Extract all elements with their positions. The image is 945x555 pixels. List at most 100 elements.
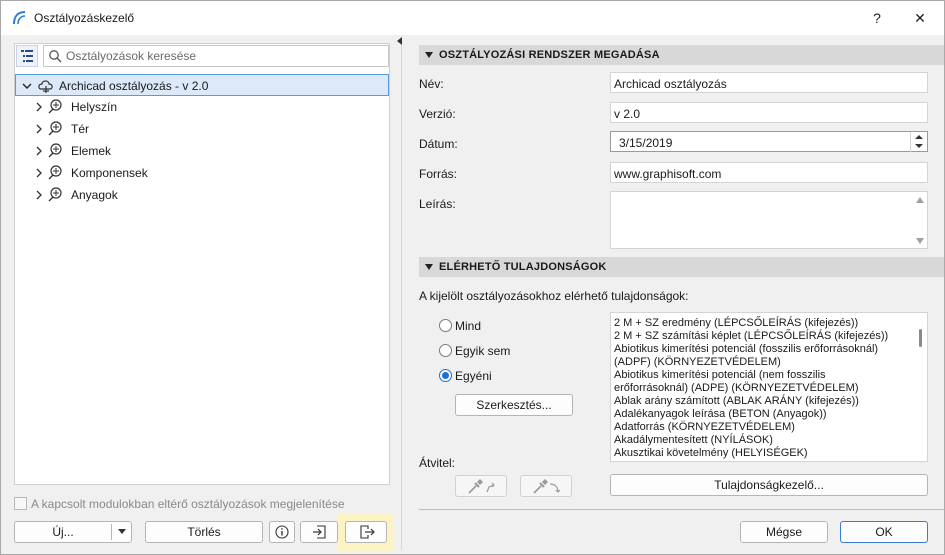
title-bar: Osztályozáskezelő ? ✕ [1, 1, 944, 35]
date-input[interactable]: 3/15/2019 [610, 131, 928, 152]
list-item[interactable]: 2 M + SZ eredmény (LÉPCSŐLEÍRÁS (kifejez… [614, 317, 912, 330]
checkbox-box[interactable] [14, 497, 27, 510]
split-divider [111, 524, 112, 540]
scrollbar-thumb[interactable] [919, 329, 922, 347]
search-field[interactable] [43, 45, 389, 67]
new-button-label: Új... [52, 525, 74, 539]
tree-item-anyagok[interactable]: Anyagok [33, 184, 333, 206]
radio-all[interactable]: Mind [439, 318, 589, 334]
transfer-label: Átvitel: [419, 456, 456, 470]
panel-splitter[interactable] [401, 45, 402, 550]
description-scrollbar[interactable] [913, 192, 927, 248]
search-input[interactable] [66, 48, 384, 64]
property-list-items: 2 M + SZ eredmény (LÉPCSŐLEÍRÁS (kifejez… [614, 317, 912, 460]
name-input[interactable]: Archicad osztályozás [610, 72, 928, 93]
spin-down-icon[interactable] [914, 143, 924, 149]
list-item[interactable]: Abiotikus kimerítési potenciál (fosszili… [614, 343, 912, 356]
chevron-down-icon[interactable] [21, 80, 33, 92]
show-different-classifications-checkbox[interactable]: A kapcsolt modulokban eltérő osztályozás… [14, 496, 384, 512]
tree-view-toggle-button[interactable] [16, 45, 38, 67]
property-list[interactable]: 2 M + SZ eredmény (LÉPCSŐLEÍRÁS (kifejez… [610, 312, 928, 462]
properties-intro-text: A kijelölt osztályozásokhoz elérhető tul… [419, 289, 689, 303]
info-icon [275, 525, 289, 539]
property-list-scrollbar[interactable] [913, 313, 927, 461]
help-button[interactable]: ? [859, 5, 895, 31]
info-button[interactable] [269, 521, 295, 543]
list-item[interactable]: erőforrásoknál) (ADPE) (KÖRNYEZETVÉDELEM… [614, 382, 912, 395]
radio-custom[interactable]: Egyéni [439, 368, 589, 384]
ok-button[interactable]: OK [840, 521, 928, 543]
classification-system-icon [38, 80, 53, 93]
inject-properties-button[interactable] [520, 475, 572, 497]
list-item[interactable]: (ADPF) (KÖRNYEZETVÉDELEM) [614, 356, 912, 369]
eyedropper-icon [468, 479, 495, 494]
export-button[interactable] [345, 521, 387, 543]
delete-button[interactable]: Törlés [145, 521, 263, 543]
version-label: Verzió: [419, 107, 456, 121]
source-input[interactable]: www.graphisoft.com [610, 162, 928, 183]
tree-root-label: Archicad osztályozás - v 2.0 [59, 79, 209, 93]
version-input[interactable]: v 2.0 [610, 102, 928, 123]
list-item[interactable]: Akusztikai követelmény (HELYISÉGEK) [614, 447, 912, 460]
collapse-panel-arrow-icon[interactable] [397, 37, 403, 45]
chevron-down-icon[interactable] [117, 528, 127, 536]
scroll-up-icon[interactable] [916, 197, 924, 203]
radio-button[interactable] [439, 344, 452, 357]
new-button[interactable]: Új... [14, 521, 132, 543]
list-item[interactable]: Ablak arány számított (ABLAK ARÁNY (kife… [614, 395, 912, 408]
property-manager-button[interactable]: Tulajdonságkezelő... [610, 474, 928, 496]
close-button[interactable]: ✕ [902, 5, 938, 31]
tree-item-elemek[interactable]: Elemek [33, 140, 333, 162]
import-button[interactable] [300, 521, 338, 543]
chevron-right-icon[interactable] [33, 101, 45, 113]
export-icon [360, 525, 375, 539]
tree-item-label: Helyszín [71, 100, 118, 114]
divider [419, 509, 944, 510]
description-label: Leírás: [419, 197, 456, 211]
chevron-right-icon[interactable] [33, 123, 45, 135]
cancel-button[interactable]: Mégse [740, 521, 828, 543]
classification-item-icon [48, 121, 62, 136]
chevron-right-icon[interactable] [33, 145, 45, 157]
tree-item-komponensek[interactable]: Komponensek [33, 162, 333, 184]
list-item[interactable]: Abiotikus kimerítési potenciál (nem foss… [614, 369, 912, 382]
import-icon [313, 525, 326, 539]
classification-item-icon [48, 99, 62, 114]
source-label: Forrás: [419, 167, 458, 181]
tree-item-ter[interactable]: Tér [33, 118, 333, 140]
search-icon [49, 50, 62, 63]
section-title: OSZTÁLYOZÁSI RENDSZER MEGADÁSA [439, 49, 660, 61]
scroll-down-icon[interactable] [916, 238, 924, 244]
list-item[interactable]: Akadálymentesített (NYÍLÁSOK) [614, 434, 912, 447]
classification-tree-panel: Archicad osztályozás - v 2.0 Helyszín Té… [14, 43, 390, 485]
radio-label: Mind [455, 319, 482, 333]
classification-item-icon [48, 143, 62, 158]
tree-item-helyszin[interactable]: Helyszín [33, 96, 333, 118]
window-title: Osztályozáskezelő [34, 11, 135, 25]
date-spinner[interactable] [910, 132, 927, 152]
spin-up-icon[interactable] [914, 134, 924, 140]
chevron-right-icon[interactable] [33, 167, 45, 179]
triangle-down-icon [425, 52, 433, 58]
tree-item-label: Anyagok [71, 188, 118, 202]
section-header-system[interactable]: OSZTÁLYOZÁSI RENDSZER MEGADÁSA [419, 45, 944, 65]
tree-root-item[interactable]: Archicad osztályozás - v 2.0 [15, 74, 389, 96]
classification-manager-dialog: Osztályozáskezelő ? ✕ Osztályozások kere… [0, 0, 945, 555]
list-item[interactable]: 2 M + SZ számítási képlet (LÉPCSŐLEÍRÁS … [614, 330, 912, 343]
radio-none[interactable]: Egyik sem [439, 343, 589, 359]
edit-button[interactable]: Szerkesztés... [455, 394, 573, 416]
pick-up-properties-button[interactable] [455, 475, 507, 497]
name-label: Név: [419, 77, 444, 91]
tree-item-label: Komponensek [71, 166, 148, 180]
radio-label: Egyéni [455, 369, 492, 383]
section-title: ELÉRHETŐ TULAJDONSÁGOK [439, 261, 607, 273]
list-item[interactable]: Adatforrás (KÖRNYEZETVÉDELEM) [614, 421, 912, 434]
classification-item-icon [48, 187, 62, 202]
radio-button[interactable] [439, 319, 452, 332]
radio-button-selected[interactable] [439, 369, 452, 382]
description-textarea[interactable] [610, 191, 928, 249]
list-item[interactable]: Adalékanyagok leírása (BETON (Anyagok)) [614, 408, 912, 421]
section-header-properties[interactable]: ELÉRHETŐ TULAJDONSÁGOK [419, 257, 944, 277]
list-tree-icon [21, 50, 33, 62]
chevron-right-icon[interactable] [33, 189, 45, 201]
